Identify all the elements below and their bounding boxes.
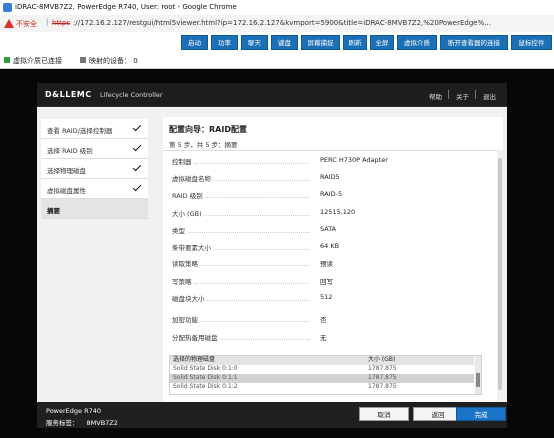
service-tag-value: 8MVB7Z2	[86, 419, 118, 427]
field-label-raid-level: RAID 级别	[172, 190, 310, 200]
header-divider	[448, 90, 449, 99]
finish-button[interactable]: 完成	[456, 407, 506, 421]
field-value-encryption: 否	[320, 316, 327, 324]
disk-name: Solid State Disk 0:1:2	[173, 383, 238, 390]
service-tag-row: 服务标签： 8MVB7Z2	[46, 417, 118, 427]
screen-capture-button[interactable]: 屏幕捕捉	[301, 35, 340, 50]
field-value-stripe-size: 64 KB	[320, 242, 340, 250]
sidebar-item-label: 虚拟磁盘属性	[47, 187, 86, 195]
field-value-raid-level: RAID-5	[320, 190, 343, 198]
help-link[interactable]: 帮助	[429, 91, 442, 101]
field-label-read-policy: 读取策略	[172, 258, 310, 268]
disk-name: Solid State Disk 0:1:0	[173, 365, 238, 372]
server-model: PowerEdge R740	[46, 407, 101, 415]
cancel-button[interactable]: 取消	[359, 407, 409, 421]
url-text[interactable]: ://172.16.2.127/restgui/html5viewer.html…	[73, 19, 551, 27]
refresh-button[interactable]: 刷新	[343, 35, 367, 50]
check-icon	[132, 162, 142, 172]
wizard-sidebar: 查看 RAID/选择控制器 选择 RAID 级别 选择物理磁盘 虚拟磁盘属性 摘…	[41, 117, 151, 402]
page-title: 配置向导：RAID配置	[169, 125, 247, 134]
power-button[interactable]: 功率	[211, 35, 238, 50]
table-row[interactable]: Solid State Disk 0:1:1 1787.875	[170, 374, 474, 383]
check-icon	[132, 122, 142, 132]
product-name: Lifecycle Controller	[100, 91, 163, 99]
fullscreen-button[interactable]: 全屏	[370, 35, 394, 50]
field-value-hot-spare: 无	[320, 334, 327, 342]
sidebar-item-label: 选择物理磁盘	[47, 167, 86, 175]
field-label-hot-spare: 分配热备用磁盘	[172, 332, 310, 342]
chat-button[interactable]: 聊天	[241, 35, 268, 50]
lc-footer: PowerEdge R740 服务标签： 8MVB7Z2 取消 返回 完成	[37, 402, 507, 428]
url-scheme[interactable]: https	[52, 19, 70, 27]
field-label-block-size: 磁盘块大小	[172, 293, 310, 303]
insecure-label[interactable]: 不安全	[16, 19, 37, 29]
sidebar-item-select-controller[interactable]: 查看 RAID/选择控制器	[41, 119, 148, 139]
table-row[interactable]: Solid State Disk 0:1:2 1787.875	[170, 383, 474, 392]
disk-size: 1787.875	[368, 365, 397, 372]
column-header-size: 大小 (GB)	[368, 356, 396, 363]
dellemc-logo: D&LLEMC	[45, 90, 92, 99]
mapped-devices: 映射的设备： 0	[89, 57, 138, 65]
vmedia-status: 虚拟介质已连接	[13, 57, 62, 65]
check-icon	[132, 182, 142, 192]
app-icon	[3, 3, 12, 12]
sidebar-item-label: 查看 RAID/选择控制器	[47, 127, 113, 135]
check-icon	[132, 142, 142, 152]
divider	[163, 150, 503, 151]
disk-size: 1787.875	[368, 374, 397, 381]
sidebar-item-raid-level[interactable]: 选择 RAID 级别	[41, 139, 148, 159]
viewer-status-bar: 虚拟介质已连接 映射的设备： 0	[0, 53, 554, 69]
field-label-controller: 控制器	[172, 156, 310, 166]
mapped-status-icon	[80, 57, 86, 63]
vmedia-status-icon	[4, 57, 10, 63]
selected-disks-table: 选择的物理磁盘 大小 (GB) Solid State Disk 0:1:0 1…	[169, 355, 482, 395]
field-label-type: 类型	[172, 225, 310, 235]
table-row[interactable]: Solid State Disk 0:1:0 1787.875	[170, 365, 474, 374]
field-value-controller: PERC H730P Adapter	[320, 156, 388, 164]
sidebar-item-label: 摘要	[47, 207, 60, 215]
sidebar-item-label: 选择 RAID 级别	[47, 147, 93, 155]
about-link[interactable]: 关于	[456, 91, 469, 101]
virtual-media-button[interactable]: 虚拟介质	[397, 35, 437, 50]
viewer-toolbar: 启动 功率 聊天 键盘 屏幕捕捉 刷新 全屏 虚拟介质 断开查看器的连接 鼠标控…	[0, 32, 554, 53]
field-label-stripe-size: 条带要素大小	[172, 242, 310, 252]
window-titlebar: iDRAC-8MVB7Z2, PowerEdge R740, User: roo…	[0, 0, 554, 16]
disk-size: 1787.875	[368, 383, 397, 390]
mouse-control-button[interactable]: 鼠标控件	[511, 35, 552, 50]
panel-scrollbar-thumb[interactable]	[498, 158, 502, 390]
table-scrollbar-thumb[interactable]	[476, 373, 480, 387]
field-label-write-policy: 写策略	[172, 276, 310, 286]
lc-header: D&LLEMC Lifecycle Controller 帮助 关于 退出	[37, 83, 507, 107]
disconnect-viewer-button[interactable]: 断开查看器的连接	[440, 35, 508, 50]
field-value-vd-name: RAID5	[320, 173, 340, 181]
keyboard-button[interactable]: 键盘	[271, 35, 298, 50]
step-indicator: 第 5 步，共 5 步：摘要	[169, 141, 238, 149]
address-separator: |	[46, 18, 49, 26]
sidebar-item-vd-attributes[interactable]: 虚拟磁盘属性	[41, 179, 148, 199]
field-value-write-policy: 回写	[320, 278, 333, 286]
address-bar[interactable]: 不安全 | https ://172.16.2.127/restgui/html…	[0, 15, 554, 33]
column-header-disk: 选择的物理磁盘	[173, 356, 216, 363]
disk-name: Solid State Disk 0:1:1	[173, 374, 238, 381]
service-tag-label: 服务标签：	[46, 419, 79, 427]
sidebar-item-summary[interactable]: 摘要	[41, 199, 148, 219]
field-value-read-policy: 预读	[320, 260, 333, 268]
field-label-size: 大小 (GB)	[172, 208, 310, 218]
launch-button[interactable]: 启动	[181, 35, 208, 50]
window-title: iDRAC-8MVB7Z2, PowerEdge R740, User: roo…	[15, 3, 237, 11]
exit-link[interactable]: 退出	[483, 91, 496, 101]
header-divider	[475, 90, 476, 99]
field-value-block-size: 512	[320, 293, 333, 301]
sidebar-item-physical-disks[interactable]: 选择物理磁盘	[41, 159, 148, 179]
warning-icon[interactable]	[4, 19, 14, 28]
field-value-type: SATA	[320, 225, 337, 233]
field-value-size: 12515.120	[320, 208, 356, 216]
field-label-vd-name: 虚拟磁盘名称	[172, 173, 310, 183]
field-label-encryption: 加密功能	[172, 314, 310, 324]
table-header: 选择的物理磁盘 大小 (GB)	[170, 356, 474, 365]
